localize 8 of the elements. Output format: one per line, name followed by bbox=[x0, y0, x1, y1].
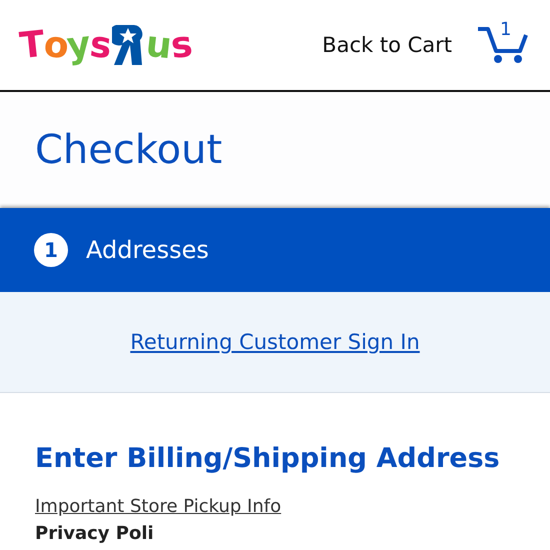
step-number: 1 bbox=[34, 233, 68, 267]
step-label: Addresses bbox=[86, 236, 209, 264]
back-to-cart-link[interactable]: Back to Cart bbox=[322, 33, 452, 57]
brand-logo[interactable]: T o y s u s bbox=[20, 23, 192, 67]
section-title: Enter Billing/Shipping Address bbox=[35, 443, 501, 474]
sign-in-link[interactable]: Returning Customer Sign In bbox=[130, 330, 420, 354]
privacy-policy-text: Privacy Poli bbox=[35, 523, 155, 544]
store-pickup-link[interactable]: Important Store Pickup Info bbox=[35, 496, 282, 517]
